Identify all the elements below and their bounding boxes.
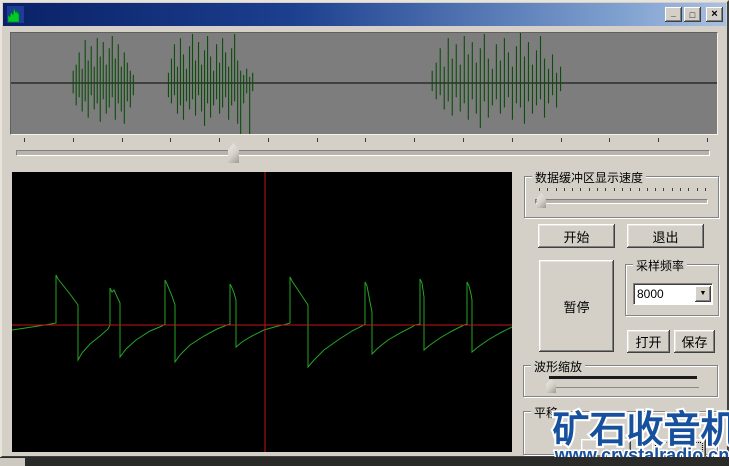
speed-slider[interactable]: [535, 183, 708, 209]
dropdown-arrow-icon[interactable]: ▼: [695, 286, 711, 302]
slider-track[interactable]: [16, 150, 710, 156]
sample-rate-combobox[interactable]: 8000 ▼: [633, 283, 713, 305]
slider-thumb[interactable]: [228, 143, 239, 163]
scope-svg: [12, 172, 512, 452]
save-button[interactable]: 保存: [674, 330, 715, 353]
desktop-strip: [0, 457, 729, 466]
app-icon: [7, 6, 24, 23]
pause-button[interactable]: 暂停: [539, 260, 614, 352]
zoom-slider-track[interactable]: [549, 376, 697, 379]
pan-group: 平移: [523, 411, 718, 455]
sample-rate-value: 8000: [634, 287, 695, 301]
speed-slider-ticks: [539, 188, 706, 193]
minimize-button[interactable]: _: [665, 7, 682, 22]
scope-waveform: [12, 275, 512, 367]
exit-button[interactable]: 退出: [627, 224, 704, 248]
overview-waveform-panel: [10, 32, 718, 135]
speed-slider-thumb[interactable]: [537, 193, 546, 208]
pan-left-button[interactable]: [581, 439, 631, 457]
waveform-zoom-group: 波形缩放: [523, 365, 718, 397]
speed-slider-track[interactable]: [535, 199, 708, 204]
close-button[interactable]: ×: [706, 7, 723, 22]
sample-rate-group: 采样频率 8000 ▼: [625, 264, 719, 316]
waveform-zoom-label: 波形缩放: [531, 358, 585, 375]
minimize-icon: _: [671, 8, 676, 18]
overview-waveform-svg: [11, 33, 717, 134]
maximize-button[interactable]: □: [684, 7, 701, 22]
titlebar-controls: _ □ ×: [665, 7, 723, 22]
title-bar[interactable]: _ □ ×: [3, 3, 726, 26]
maximize-icon: □: [690, 10, 695, 20]
slider-tick-marks: [24, 138, 708, 143]
pan-right-button[interactable]: [652, 439, 706, 457]
sample-rate-group-label: 采样频率: [633, 257, 687, 274]
scope-display: [12, 172, 512, 452]
buffer-position-slider[interactable]: [10, 135, 716, 165]
zoom-slider-thumb[interactable]: [546, 379, 556, 393]
open-button[interactable]: 打开: [627, 330, 670, 353]
app-window: _ □ × 数据缓冲区显示速度 开始 退出 暂停 采样频率: [0, 0, 729, 458]
close-icon: ×: [711, 8, 717, 20]
desktop-stub: [0, 458, 25, 466]
pan-group-label: 平移: [531, 404, 561, 421]
zoom-slider-rail: [556, 387, 699, 388]
start-button[interactable]: 开始: [538, 224, 615, 248]
speed-group: 数据缓冲区显示速度: [524, 176, 719, 218]
